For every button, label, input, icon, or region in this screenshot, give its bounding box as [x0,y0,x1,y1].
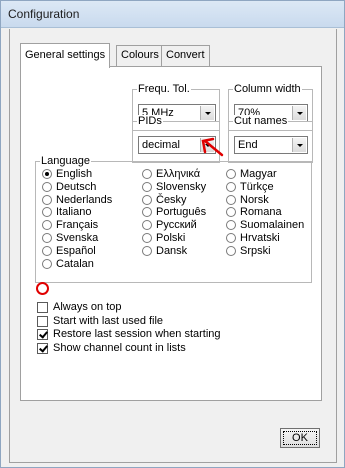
checkbox-box[interactable] [37,315,48,327]
language-option-label: Deutsch [56,180,97,193]
radio-circle[interactable] [42,207,52,218]
pids-dropdown[interactable]: decimal [138,136,216,154]
radio-circle[interactable] [142,169,152,179]
general-settings-panel: Frequ. Tol. 5 MHz Column width 70% PIDs … [20,66,322,401]
option-label: Show channel count in lists [53,341,186,354]
ok-button[interactable]: OK [280,428,320,448]
option-label: Always on top [53,301,122,313]
chevron-down-icon[interactable] [200,138,214,152]
checkbox-box[interactable] [37,302,48,313]
language-option-label: Español [56,244,96,257]
radio-circle[interactable] [226,181,236,192]
language-option-label: Romana [240,206,282,219]
cut-names-value: End [238,139,258,151]
radio-circle[interactable] [226,245,236,256]
chevron-down-icon[interactable] [292,106,306,120]
language-option-label: Français [56,219,99,232]
tab-label: General settings [25,49,106,61]
tab-colours[interactable]: Colours [116,45,164,67]
cut-names-group: Cut names End [228,115,313,163]
tab-label: Colours [121,49,159,61]
radio-circle[interactable] [42,258,52,269]
language-option-label: English [56,168,93,180]
language-option-label: Polski [156,232,186,244]
radio-circle[interactable] [142,181,152,192]
radio-circle[interactable] [226,220,236,231]
language-option-label: Slovensky [156,180,207,193]
radio-circle[interactable] [42,233,52,243]
window-title: Configuration [8,7,80,21]
radio-circle[interactable] [226,194,236,205]
column-width-label: Column width [233,83,302,95]
radio-circle[interactable] [142,233,152,243]
language-option-label: Dansk [156,244,188,257]
language-option-label: Srpski [240,244,271,257]
radio-circle[interactable] [42,194,52,205]
chevron-down-icon[interactable] [292,138,306,152]
cut-names-label: Cut names [233,115,289,127]
radio-circle[interactable] [42,220,52,231]
cut-names-dropdown[interactable]: End [234,136,308,154]
language-option-label: Türkçe [240,180,274,193]
language-option-label: Magyar [240,168,277,180]
language-option-label: Catalan [56,257,94,270]
tab-convert[interactable]: Convert [161,45,210,67]
radio-circle[interactable] [226,169,236,179]
chevron-down-icon[interactable] [200,106,214,120]
ok-label: OK [292,432,308,444]
tab-general-settings[interactable]: General settings [20,43,111,68]
checkbox-box[interactable] [37,329,48,340]
radio-circle[interactable] [142,194,152,205]
language-option-label: Nederlands [56,193,113,206]
language-group: Language English Deutsch Nederlands Italian… [35,155,312,283]
checkbox-box[interactable] [37,342,48,354]
radio-circle[interactable] [42,181,52,192]
language-option-label: Suomalainen [240,219,305,232]
radio-circle[interactable] [142,220,152,231]
radio-circle[interactable] [42,169,52,179]
pids-value: decimal [142,139,180,151]
radio-circle[interactable] [142,245,152,256]
option-label: Restore last session when starting [53,328,221,340]
annotation-circle [36,282,49,295]
language-option-label: Česky [156,193,187,206]
language-label: Language [40,155,91,167]
pids-label: PIDs [137,115,163,127]
language-option-label: Português [156,206,207,219]
radio-circle[interactable] [226,233,236,243]
language-option-label: Hrvatski [240,232,280,244]
radio-circle[interactable] [226,207,236,218]
radio-circle[interactable] [142,207,152,218]
language-option-label: Русский [156,219,197,232]
pids-group: PIDs decimal [132,115,220,163]
language-option-label: Italiano [56,206,92,219]
language-option-label: Norsk [240,193,269,206]
title-bar[interactable]: Configuration [1,1,344,28]
frequ-tol-label: Frequ. Tol. [137,83,191,95]
language-option-label: Svenska [56,232,99,244]
tab-label: Convert [166,49,205,61]
option-label: Start with last used file [53,314,164,327]
language-option-label: Ελληνικά [156,168,201,180]
radio-circle[interactable] [42,245,52,256]
